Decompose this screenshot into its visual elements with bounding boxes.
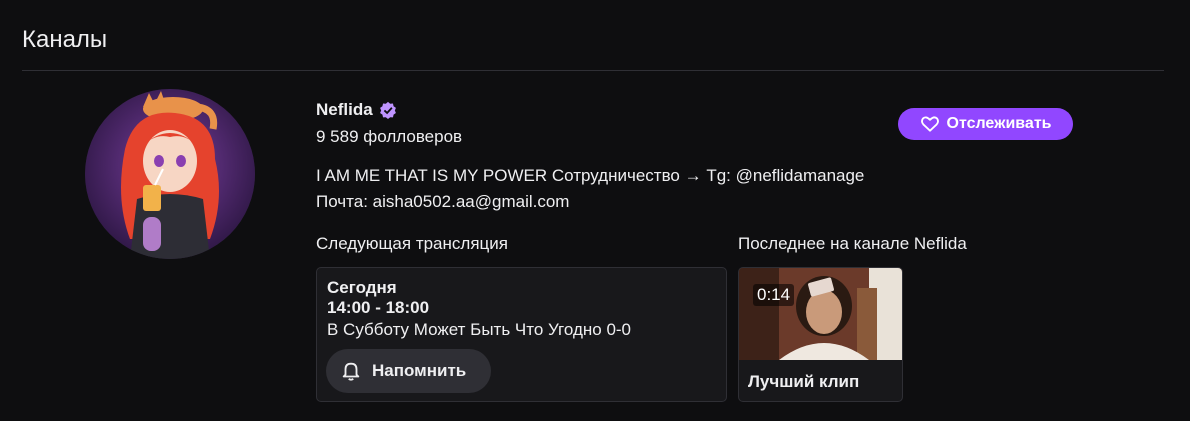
channel-name[interactable]: Neflida [316, 100, 397, 120]
section-divider [22, 70, 1164, 71]
clip-thumbnail[interactable] [739, 268, 902, 360]
schedule-time: 14:00 - 18:00 [327, 298, 430, 317]
remind-button[interactable]: Напомнить [326, 349, 491, 393]
channel-description: I AM ME THAT IS MY POWER Сотрудничество … [316, 163, 864, 215]
clip-duration: 0:14 [753, 284, 795, 306]
channel-name-text[interactable]: Neflida [316, 100, 373, 120]
schedule-day: Сегодня [327, 278, 397, 297]
clip-card[interactable]: 0:14 Лучший клип [738, 267, 903, 402]
follower-count: 9 589 фолловеров [316, 127, 463, 146]
follow-button-label: Отслеживать [946, 115, 1052, 132]
remind-button-label: Напомнить [372, 361, 467, 380]
next-stream-label: Следующая трансляция [316, 234, 508, 253]
description-line: I AM ME THAT IS MY POWER Сотрудничество … [316, 166, 865, 185]
schedule-title: В Субботу Может Быть Что Угодно 0-0 [327, 320, 632, 339]
verified-badge-icon [379, 101, 397, 119]
description-email: Почта: aisha0502.aa@gmail.com [316, 192, 570, 211]
bell-icon [342, 362, 360, 381]
channel-avatar[interactable] [85, 89, 255, 259]
clip-title[interactable]: Лучший клип [748, 372, 859, 392]
schedule-card: Сегодня 14:00 - 18:00 В Субботу Может Бы… [316, 267, 727, 402]
section-title: Каналы [22, 26, 108, 53]
latest-content-label: Последнее на канале Neflida [738, 234, 967, 253]
heart-icon [920, 116, 939, 132]
follow-button[interactable]: Отслеживать [898, 108, 1073, 140]
